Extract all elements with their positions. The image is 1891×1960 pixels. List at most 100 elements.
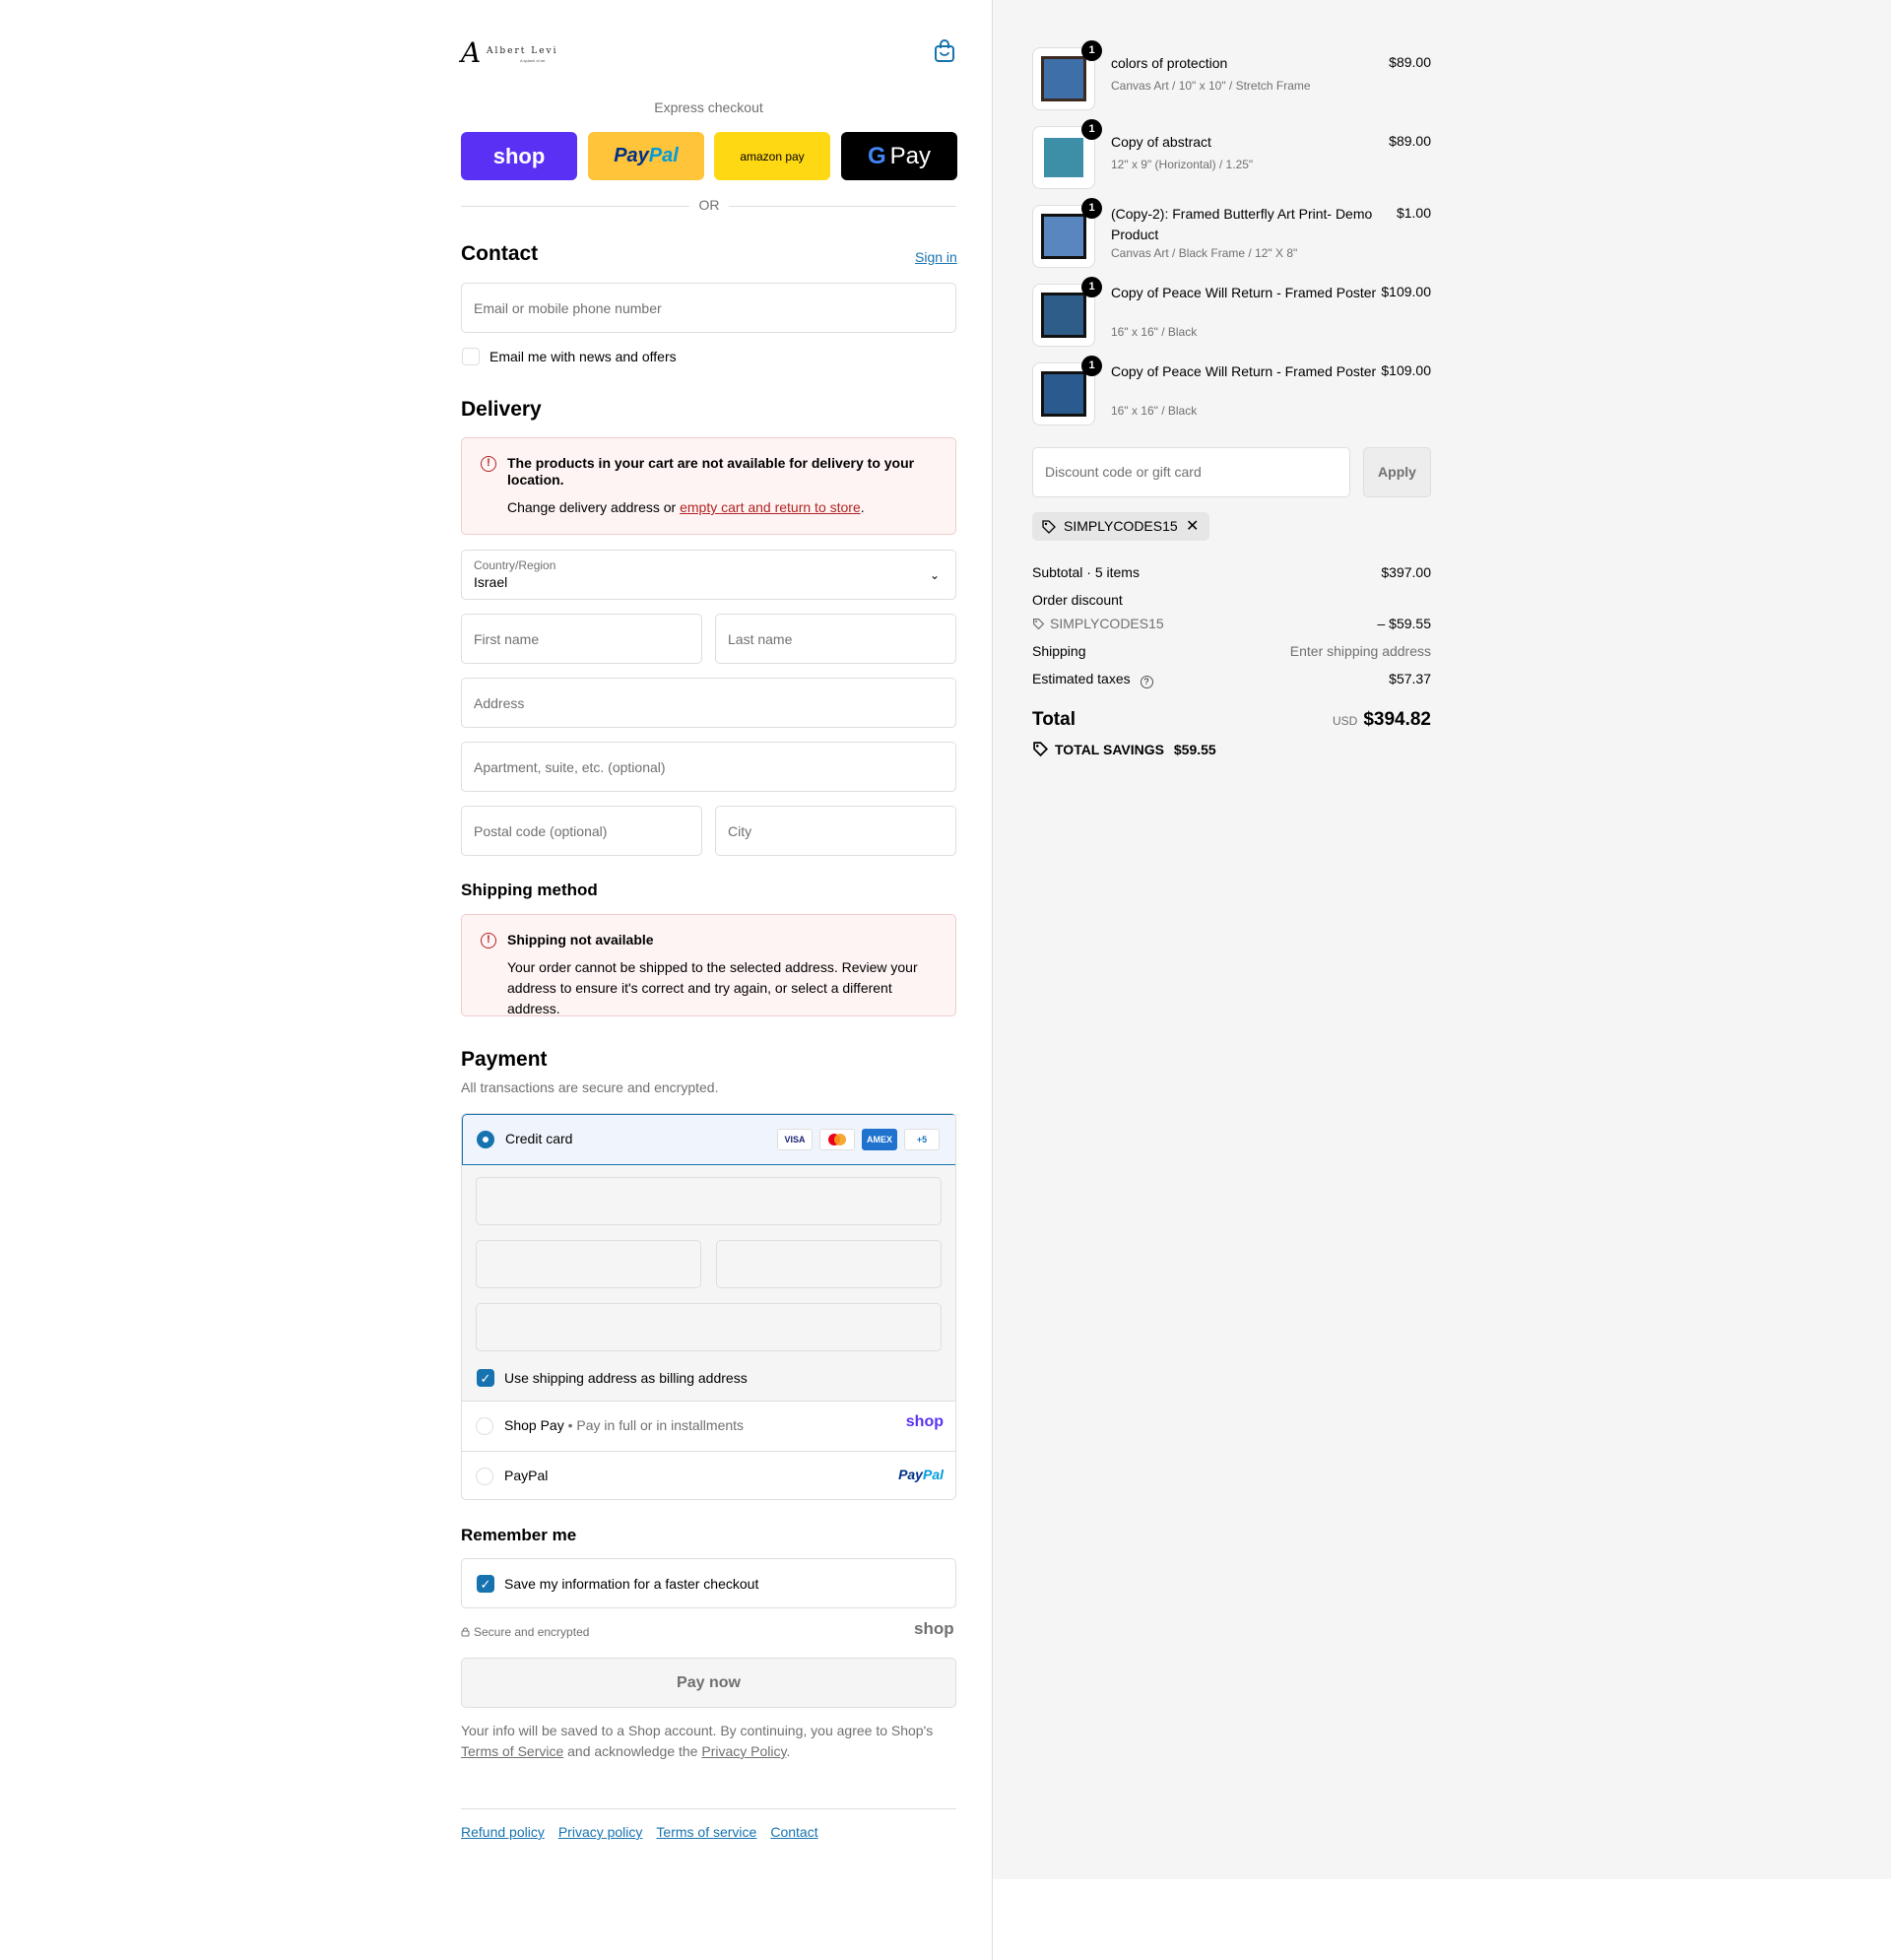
- product-price: $109.00: [1381, 362, 1431, 378]
- first-name-field[interactable]: First name: [461, 614, 702, 664]
- total-savings-value: $59.55: [1173, 742, 1216, 757]
- taxes-label: Estimated taxes: [1032, 671, 1131, 686]
- product-variant: Canvas Art / Black Frame / 12" X 8": [1111, 246, 1298, 260]
- product-image: [1041, 293, 1086, 338]
- shop-pay-option[interactable]: Shop Pay • Pay in full or in installment…: [462, 1402, 955, 1451]
- shop-consent-text: Your info will be saved to a Shop accoun…: [461, 1721, 956, 1762]
- amazon-pay-express-button[interactable]: amazon pay: [714, 132, 830, 180]
- contact-link[interactable]: Contact: [770, 1824, 817, 1840]
- discount-code-input[interactable]: Discount code or gift card: [1032, 447, 1350, 497]
- privacy-policy-footer-link[interactable]: Privacy policy: [558, 1824, 643, 1840]
- apartment-field[interactable]: Apartment, suite, etc. (optional): [461, 742, 956, 792]
- total-amount: USD $394.82: [1333, 709, 1431, 731]
- credit-card-form: ✓ Use shipping address as billing addres…: [462, 1165, 955, 1402]
- name-on-card-field[interactable]: [476, 1303, 942, 1351]
- city-field[interactable]: City: [715, 806, 956, 856]
- tag-icon: [1042, 520, 1056, 534]
- store-logo[interactable]: A Albert Levi A splash of art: [461, 39, 569, 67]
- amazon-pay-label: amazon pay: [740, 149, 805, 163]
- help-circle-icon[interactable]: ?: [1140, 676, 1153, 688]
- paypal-logo-pal: Pal: [922, 1467, 944, 1482]
- lock-icon: [461, 1627, 470, 1637]
- total-currency: USD: [1332, 714, 1358, 728]
- refund-policy-link[interactable]: Refund policy: [461, 1824, 545, 1840]
- terms-of-service-footer-link[interactable]: Terms of service: [656, 1824, 756, 1840]
- news-offers-checkbox[interactable]: [462, 348, 480, 365]
- shop-pay-express-button[interactable]: shop: [461, 132, 577, 180]
- shop-pay-radio[interactable]: [476, 1417, 493, 1435]
- product-name: Copy of Peace Will Return - Framed Poste…: [1111, 363, 1377, 379]
- remember-me-box[interactable]: ✓ Save my information for a faster check…: [461, 1558, 956, 1608]
- last-name-placeholder: Last name: [728, 630, 793, 647]
- total-savings: TOTAL SAVINGS $59.55: [1032, 741, 1216, 757]
- expiration-field[interactable]: [476, 1240, 701, 1288]
- remove-discount-icon[interactable]: ✕: [1186, 512, 1199, 541]
- shipping-alert-title: Shipping not available: [507, 932, 654, 947]
- quantity-badge: 1: [1081, 119, 1102, 140]
- logo-name: Albert Levi: [487, 46, 558, 56]
- product-image: [1041, 135, 1086, 180]
- cart-item: 1 Copy of abstract 12" x 9" (Horizontal)…: [1032, 119, 1431, 191]
- privacy-policy-link[interactable]: Privacy Policy: [701, 1743, 786, 1759]
- credit-card-option[interactable]: Credit card VISA AMEX +5: [462, 1114, 955, 1165]
- product-variant: 16" x 16" / Black: [1111, 404, 1198, 418]
- google-pay-express-button[interactable]: G Pay: [841, 132, 957, 180]
- city-placeholder: City: [728, 822, 752, 839]
- email-field[interactable]: Email or mobile phone number: [461, 283, 956, 333]
- address-field[interactable]: Address: [461, 678, 956, 728]
- empty-cart-link[interactable]: empty cart and return to store: [680, 499, 861, 515]
- discount-code-label: SIMPLYCODES15: [1064, 518, 1178, 534]
- paypal-radio[interactable]: [476, 1468, 493, 1485]
- paypal-express-button[interactable]: Pay Pal: [588, 132, 704, 180]
- subtotal-value: $397.00: [1381, 564, 1431, 580]
- security-code-field[interactable]: [716, 1240, 942, 1288]
- product-variant: 16" x 16" / Black: [1111, 325, 1198, 339]
- shopping-bag-icon[interactable]: [934, 39, 955, 63]
- taxes-value: $57.37: [1389, 671, 1431, 686]
- postal-code-placeholder: Postal code (optional): [474, 822, 608, 839]
- alert-circle-icon: !: [481, 456, 496, 472]
- total-savings-label: TOTAL SAVINGS: [1055, 742, 1164, 757]
- total-value: $394.82: [1363, 709, 1431, 730]
- pay-now-button[interactable]: Pay now: [461, 1658, 956, 1708]
- paypal-label-pay: Pay: [614, 145, 649, 166]
- cart-item: 1 Copy of Peace Will Return - Framed Pos…: [1032, 356, 1431, 427]
- save-info-checkbox[interactable]: ✓: [477, 1575, 494, 1593]
- card-number-field[interactable]: [476, 1177, 942, 1225]
- order-discount-row: Order discount: [1032, 592, 1431, 608]
- shop-logo: shop: [914, 1619, 954, 1638]
- postal-code-field[interactable]: Postal code (optional): [461, 806, 702, 856]
- billing-address-checkbox[interactable]: ✓: [477, 1369, 494, 1387]
- news-offers-label: Email me with news and offers: [489, 349, 677, 364]
- paypal-label-pal: Pal: [648, 145, 679, 166]
- country-value: Israel: [474, 574, 508, 590]
- delivery-alert-prefix: Change delivery address or: [507, 499, 681, 515]
- quantity-badge: 1: [1081, 277, 1102, 297]
- contact-heading: Contact: [461, 242, 539, 265]
- sign-in-link[interactable]: Sign in: [915, 249, 957, 265]
- last-name-field[interactable]: Last name: [715, 614, 956, 664]
- product-price: $109.00: [1381, 284, 1431, 299]
- discount-placeholder: Discount code or gift card: [1045, 464, 1202, 480]
- quantity-badge: 1: [1081, 198, 1102, 219]
- product-name: Copy of Peace Will Return - Framed Poste…: [1111, 285, 1377, 300]
- country-select[interactable]: Country/Region Israel ⌄: [461, 550, 956, 600]
- email-placeholder: Email or mobile phone number: [474, 299, 662, 316]
- shipping-alert-body: Your order cannot be shipped to the sele…: [507, 959, 918, 1016]
- cart-item: 1 (Copy-2): Framed Butterfly Art Print- …: [1032, 198, 1431, 270]
- country-label: Country/Region: [474, 558, 556, 572]
- payment-subtitle: All transactions are secure and encrypte…: [461, 1079, 719, 1095]
- google-g-icon: G: [867, 142, 886, 169]
- quantity-badge: 1: [1081, 356, 1102, 376]
- apply-discount-button[interactable]: Apply: [1363, 447, 1431, 497]
- express-checkout-title: Express checkout: [654, 99, 763, 115]
- credit-card-radio[interactable]: [477, 1131, 494, 1148]
- payment-methods: Credit card VISA AMEX +5 ✓ Use shipping …: [461, 1113, 956, 1500]
- paypal-option[interactable]: PayPal PayPal: [462, 1451, 955, 1499]
- more-cards-badge: +5: [904, 1129, 940, 1150]
- paypal-logo: PayPal: [898, 1467, 944, 1482]
- product-name: Copy of abstract: [1111, 134, 1211, 150]
- cart-item: 1 Copy of Peace Will Return - Framed Pos…: [1032, 277, 1431, 349]
- terms-of-service-link[interactable]: Terms of Service: [461, 1743, 563, 1759]
- visa-icon: VISA: [777, 1129, 813, 1150]
